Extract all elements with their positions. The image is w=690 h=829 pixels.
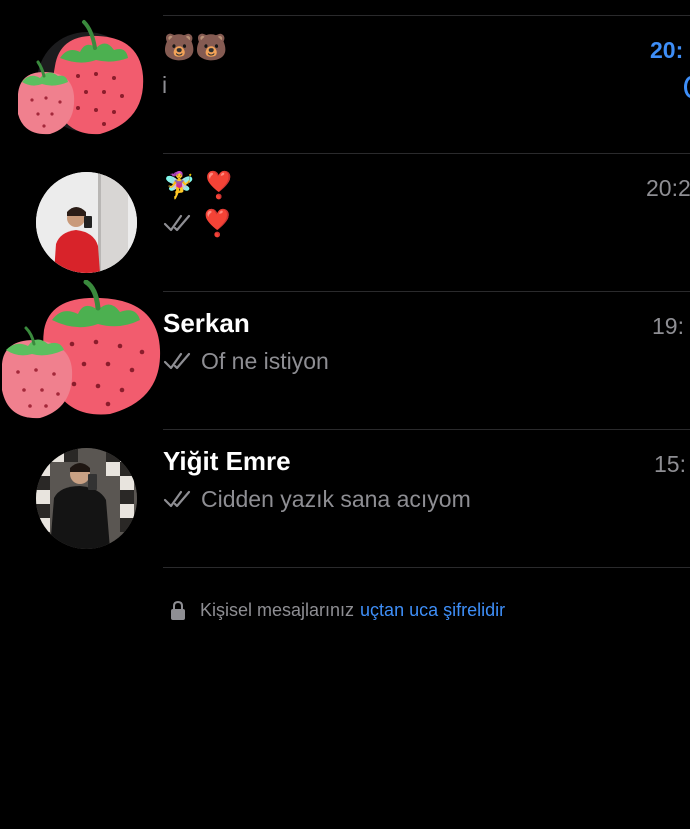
chat-title: Yiğit Emre [163, 446, 291, 476]
avatar[interactable] [0, 430, 163, 568]
chat-time: 20: [650, 37, 684, 63]
chat-title: 🧚‍♀️ ❣️ [163, 170, 235, 200]
chat-preview: i [162, 68, 167, 102]
chat-list: 🐻🐻 20: i 🧚‍♀️ ❣️ 20:2 [0, 16, 690, 568]
row-divider [163, 567, 690, 568]
chat-title: 🐻🐻 [163, 32, 228, 62]
chat-preview-text: Of ne istiyon [201, 348, 329, 374]
profile-photo [36, 172, 137, 273]
avatar[interactable] [0, 280, 163, 430]
avatar[interactable] [0, 154, 163, 292]
chat-preview-text: i [162, 72, 168, 98]
chat-preview-text: Cidden yazık sana acıyom [201, 486, 471, 512]
double-check-icon [163, 214, 191, 232]
profile-photo [36, 448, 137, 549]
encryption-notice-text: Kişisel mesajlarınız [200, 600, 355, 620]
chat-row[interactable]: 🧚‍♀️ ❣️ 20:2 ❣️ [0, 154, 690, 292]
unread-badge [684, 76, 690, 98]
chat-preview: Cidden yazık sana acıyom [163, 482, 471, 516]
strawberry-icon [18, 20, 144, 135]
chat-row[interactable]: Yiğit Emre 15: Cidden yazık sana acıyom [0, 430, 690, 568]
strawberry-icon [2, 280, 161, 419]
chat-time: 19: [652, 313, 684, 339]
chat-row[interactable]: Serkan 19: Of ne istiyon [0, 280, 690, 430]
encryption-link[interactable]: uçtan uca şifrelidir [360, 600, 505, 621]
double-check-icon [163, 490, 191, 508]
chat-preview-text: ❣️ [201, 208, 234, 238]
avatar[interactable] [0, 16, 163, 154]
chat-row[interactable]: 🐻🐻 20: i [0, 16, 690, 154]
chat-preview: ❣️ [163, 206, 233, 240]
double-check-icon [163, 352, 191, 370]
chat-preview: Of ne istiyon [163, 344, 329, 378]
chat-title: Serkan [163, 308, 250, 338]
chat-time: 20:2 [646, 175, 690, 201]
lock-icon [171, 600, 185, 620]
encryption-notice[interactable]: Kişisel mesajlarınız uçtan uca şifrelidi… [170, 600, 505, 621]
chat-time: 15: [654, 451, 686, 477]
